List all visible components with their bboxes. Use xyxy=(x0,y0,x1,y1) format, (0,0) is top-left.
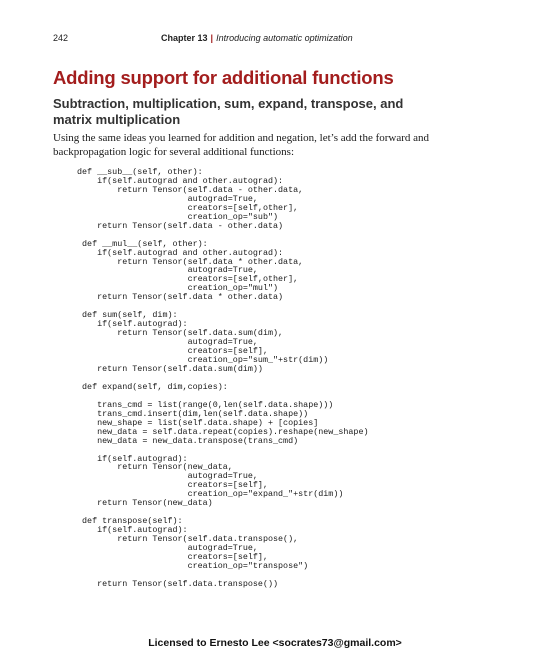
section-subtitle: Subtraction, multiplication, sum, expand… xyxy=(53,96,404,127)
intro-paragraph: Using the same ideas you learned for add… xyxy=(53,132,430,158)
page-number: 242 xyxy=(53,33,69,43)
chapter-label: Chapter 13 xyxy=(161,33,208,43)
header-divider: | xyxy=(210,33,214,43)
code-listing: def __sub__(self, other): if(self.autogr… xyxy=(77,167,369,589)
license-footer: Licensed to Ernesto Lee <socrates73@gmai… xyxy=(148,637,402,649)
section-title: Adding support for additional functions xyxy=(53,67,394,88)
chapter-title: Introducing automatic optimization xyxy=(216,33,353,43)
chapter-heading: Chapter 13 | Introducing automatic optimiz… xyxy=(161,33,353,43)
